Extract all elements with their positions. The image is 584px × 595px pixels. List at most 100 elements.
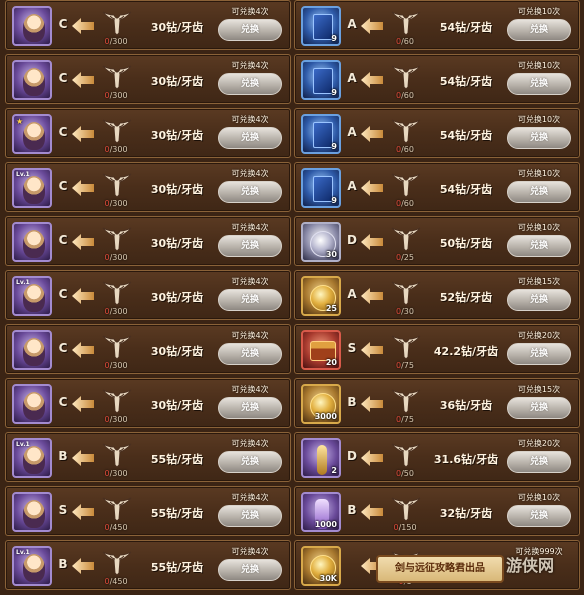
exchange-button[interactable]: 兑换 bbox=[218, 127, 282, 149]
exchange-limit: 可兑换10次 bbox=[517, 493, 561, 502]
credit-banner: 剑与远征攻略君出品 bbox=[376, 555, 504, 583]
item-icon[interactable]: 1000 bbox=[301, 492, 341, 532]
arrow-left-icon bbox=[361, 288, 383, 304]
level-badge: Lv.1 bbox=[16, 171, 30, 178]
price-label: 30钻/牙齿 bbox=[150, 345, 204, 358]
item-icon[interactable] bbox=[12, 60, 52, 100]
tooth-horn-icon bbox=[391, 443, 421, 468]
exchange-button[interactable]: 兑换 bbox=[218, 505, 282, 527]
progress-total: /300 bbox=[109, 307, 128, 316]
exchange-button[interactable]: 兑换 bbox=[507, 343, 571, 365]
item-quantity: 25 bbox=[325, 304, 337, 313]
exchange-row: 9 A 0/60 54钻/牙齿 可兑换10次 兑换 bbox=[294, 54, 580, 104]
tooth-horn-icon bbox=[102, 281, 132, 306]
item-icon[interactable]: Lv.1 bbox=[12, 438, 52, 478]
item-icon[interactable]: ★ bbox=[12, 114, 52, 154]
price-label: 30钻/牙齿 bbox=[150, 129, 204, 142]
hero-figure bbox=[23, 554, 45, 582]
exchange-button[interactable]: 兑换 bbox=[218, 235, 282, 257]
hero-figure bbox=[23, 392, 45, 420]
arrow-left-icon bbox=[72, 450, 94, 466]
progress-total: /300 bbox=[109, 199, 128, 208]
item-icon[interactable]: Lv.1 bbox=[12, 168, 52, 208]
grade-label: D bbox=[347, 233, 357, 247]
item-icon[interactable]: 9 bbox=[301, 60, 341, 100]
exchange-button[interactable]: 兑换 bbox=[218, 181, 282, 203]
progress-count: 0/75 bbox=[385, 415, 425, 424]
exchange-row: C 0/300 30钻/牙齿 可兑换4次 兑换 bbox=[5, 54, 291, 104]
item-icon[interactable]: 9 bbox=[301, 168, 341, 208]
exchange-limit: 可兑换4次 bbox=[231, 385, 269, 394]
progress-total: /300 bbox=[109, 361, 128, 370]
exchange-button[interactable]: 兑换 bbox=[507, 235, 571, 257]
exchange-button[interactable]: 兑换 bbox=[507, 397, 571, 419]
tooth-horn-icon bbox=[391, 335, 421, 360]
exchange-row: C 0/300 30钻/牙齿 可兑换4次 兑换 bbox=[5, 216, 291, 266]
item-icon[interactable]: 25 bbox=[301, 276, 341, 316]
arrow-left-icon bbox=[361, 396, 383, 412]
price-label: 32钻/牙齿 bbox=[439, 507, 493, 520]
exchange-button[interactable]: 兑换 bbox=[507, 19, 571, 41]
price-label: 54钻/牙齿 bbox=[439, 129, 493, 142]
exchange-limit: 可兑换4次 bbox=[231, 331, 269, 340]
item-icon[interactable]: Lv.1 bbox=[12, 276, 52, 316]
tooth-horn-icon bbox=[102, 335, 132, 360]
exchange-button[interactable]: 兑换 bbox=[218, 343, 282, 365]
price-label: 52钻/牙齿 bbox=[439, 291, 493, 304]
progress-total: /75 bbox=[401, 415, 414, 424]
grade-label: B bbox=[58, 449, 68, 463]
hero-figure bbox=[23, 338, 45, 366]
item-icon[interactable]: 2 bbox=[301, 438, 341, 478]
tooth-horn-icon bbox=[102, 173, 132, 198]
progress-total: /300 bbox=[109, 37, 128, 46]
tooth-horn-icon bbox=[391, 119, 421, 144]
exchange-button[interactable]: 兑换 bbox=[507, 181, 571, 203]
progress-count: 0/50 bbox=[385, 469, 425, 478]
exchange-button[interactable]: 兑换 bbox=[218, 73, 282, 95]
item-icon[interactable]: 20 bbox=[301, 330, 341, 370]
item-icon[interactable]: 3000 bbox=[301, 384, 341, 424]
exchange-button[interactable]: 兑换 bbox=[507, 289, 571, 311]
item-icon[interactable] bbox=[12, 222, 52, 262]
progress-count: 0/60 bbox=[385, 91, 425, 100]
exchange-button[interactable]: 兑换 bbox=[218, 289, 282, 311]
exchange-button[interactable]: 兑换 bbox=[218, 451, 282, 473]
price-label: 55钻/牙齿 bbox=[150, 453, 204, 466]
exchange-button[interactable]: 兑换 bbox=[218, 559, 282, 581]
exchange-button[interactable]: 兑换 bbox=[218, 19, 282, 41]
progress-total: /150 bbox=[398, 523, 417, 532]
progress-total: /30 bbox=[401, 307, 414, 316]
level-badge: Lv.1 bbox=[16, 549, 30, 556]
exchange-button[interactable]: 兑换 bbox=[507, 73, 571, 95]
arrow-left-icon bbox=[72, 342, 94, 358]
exchange-button[interactable]: 兑换 bbox=[218, 397, 282, 419]
price-label: 30钻/牙齿 bbox=[150, 291, 204, 304]
item-icon[interactable]: Lv.1 bbox=[12, 546, 52, 586]
item-icon[interactable]: 9 bbox=[301, 6, 341, 46]
grade-label: A bbox=[347, 125, 357, 139]
exchange-button[interactable]: 兑换 bbox=[507, 505, 571, 527]
exchange-row: 1000 B 0/150 32钻/牙齿 可兑换10次 兑换 bbox=[294, 486, 580, 536]
progress-count: 0/450 bbox=[96, 523, 136, 532]
exchange-button[interactable]: 兑换 bbox=[507, 451, 571, 473]
hero-figure bbox=[23, 68, 45, 96]
exchange-button[interactable]: 兑换 bbox=[507, 127, 571, 149]
item-icon[interactable]: 9 bbox=[301, 114, 341, 154]
grade-label: A bbox=[347, 287, 357, 301]
price-label: 54钻/牙齿 bbox=[439, 183, 493, 196]
item-icon[interactable]: 30K bbox=[301, 546, 341, 586]
key-icon bbox=[317, 445, 327, 475]
item-icon[interactable] bbox=[12, 6, 52, 46]
arrow-left-icon bbox=[72, 558, 94, 574]
item-icon[interactable] bbox=[12, 384, 52, 424]
progress-count: 0/300 bbox=[96, 361, 136, 370]
item-quantity: 9 bbox=[331, 88, 337, 97]
item-icon[interactable] bbox=[12, 492, 52, 532]
exchange-row: C 0/300 30钻/牙齿 可兑换4次 兑换 bbox=[5, 0, 291, 50]
item-icon[interactable]: 30 bbox=[301, 222, 341, 262]
arrow-left-icon bbox=[72, 72, 94, 88]
progress-count: 0/75 bbox=[385, 361, 425, 370]
item-icon[interactable] bbox=[12, 330, 52, 370]
exchange-limit: 可兑换4次 bbox=[231, 493, 269, 502]
hero-figure bbox=[23, 284, 45, 312]
